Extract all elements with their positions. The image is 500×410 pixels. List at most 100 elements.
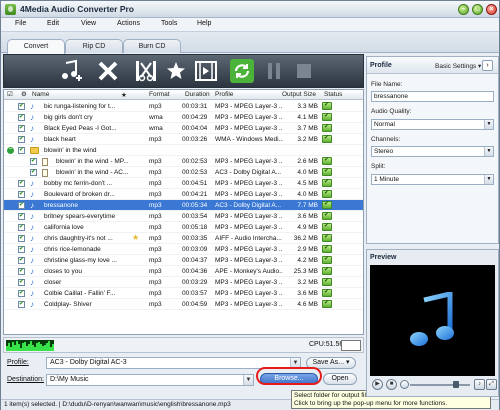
volume-icon[interactable]: ♪ <box>474 379 485 390</box>
film-icon[interactable] <box>194 59 218 83</box>
row-checkbox[interactable] <box>18 113 25 121</box>
channels-select[interactable]: Stereo ▼ <box>371 146 494 157</box>
row-checkbox[interactable] <box>18 102 25 110</box>
table-row[interactable]: ♪ bobby mc ferrin-don't ... mp3 00:04:51 MP3… <box>4 178 363 189</box>
row-checkbox[interactable] <box>18 201 25 209</box>
row-duration: 00:03:54 <box>182 213 208 220</box>
effects-icon[interactable] <box>164 59 188 83</box>
rating-column-icon[interactable]: ★ <box>121 91 127 99</box>
row-output-size: 7.7 MB <box>297 202 318 209</box>
stop-icon[interactable] <box>292 59 316 83</box>
row-name: blowin' in the wind - MP... <box>56 158 128 165</box>
tab-rip-cd[interactable]: Rip CD <box>65 39 123 53</box>
pause-icon[interactable] <box>262 59 286 83</box>
status-text: 1 item(s) selected. | D:\dudu\D-renyan\w… <box>4 401 231 408</box>
col-duration[interactable]: Duration <box>185 91 210 98</box>
stop-preview-button[interactable]: ■ <box>386 379 397 390</box>
tab-convert[interactable]: Convert <box>7 39 65 54</box>
preview-seek-slider[interactable] <box>410 384 470 386</box>
col-output-size[interactable]: Output Size <box>282 91 316 98</box>
col-format[interactable]: Format <box>149 91 170 98</box>
row-checkbox[interactable] <box>18 300 25 308</box>
row-checkbox[interactable] <box>30 168 37 176</box>
menu-tools[interactable]: Tools <box>161 20 177 27</box>
row-checkbox[interactable] <box>18 223 25 231</box>
close-button[interactable]: × <box>486 4 497 15</box>
table-row[interactable]: ♪ black heart mp3 00:03:26 WMA - Windows Med… <box>4 134 363 145</box>
menu-edit[interactable]: Edit <box>47 20 59 27</box>
menu-view[interactable]: View <box>81 20 96 27</box>
row-checkbox[interactable] <box>18 256 25 264</box>
remove-icon[interactable] <box>96 59 120 83</box>
row-checkbox[interactable] <box>18 212 25 220</box>
table-row[interactable]: ♪ chris rice-lemonade mp3 00:03:09 MP3 - MPE… <box>4 244 363 255</box>
audio-quality-select[interactable]: Normal ▼ <box>371 119 494 130</box>
table-row[interactable]: ♪ california love mp3 00:05:18 MP3 - MPEG La… <box>4 222 363 233</box>
row-format: mp3 <box>149 136 162 143</box>
row-checkbox[interactable] <box>30 157 37 165</box>
split-select[interactable]: 1 Minute ▼ <box>371 174 494 185</box>
cpu-bar: CPU:51.56% <box>3 337 364 353</box>
row-checkbox[interactable] <box>18 245 25 253</box>
select-all-checkbox-icon[interactable]: ☑ <box>7 90 13 98</box>
table-row[interactable]: ♪ bic runga-listening for t... mp3 00:03:31… <box>4 101 363 112</box>
table-row[interactable]: ♪ christine glass-my love ... mp3 00:04:37 M… <box>4 255 363 266</box>
row-checkbox[interactable] <box>18 267 25 275</box>
row-profile: MP3 - MPEG Layer-3 ... <box>215 158 283 165</box>
row-name: big girls don't cry <box>44 114 93 121</box>
menu-actions[interactable]: Actions <box>117 20 140 27</box>
tab-burn-cd[interactable]: Burn CD <box>123 39 181 53</box>
fullscreen-icon[interactable]: ⤢ <box>486 379 497 390</box>
menu-file[interactable]: File <box>15 20 26 27</box>
table-row[interactable]: ♪ Colbie Caillat - Fallin' F... mp3 00:03:5… <box>4 288 363 299</box>
collapse-icon[interactable]: − <box>7 146 14 154</box>
basic-settings-dropdown[interactable]: Basic Settings ▾ <box>435 62 481 70</box>
table-row[interactable]: ♪ bressanone mp3 00:05:34 AC3 - Dolby Digita… <box>4 200 363 211</box>
play-button[interactable]: ▶ <box>372 379 383 390</box>
file-name-input[interactable]: bressanone <box>371 91 494 102</box>
row-checkbox[interactable] <box>18 234 25 242</box>
table-row[interactable]: ♪ big girls don't cry wma 00:04:29 MP3 - MPE… <box>4 112 363 123</box>
menu-help[interactable]: Help <box>197 20 211 27</box>
row-checkbox[interactable] <box>18 124 25 132</box>
table-row[interactable]: blowin' in the wind - AC... mp3 00:02:53 AC… <box>4 167 363 178</box>
table-row[interactable]: ♪ britney spears-everytime mp3 00:03:54 MP3 … <box>4 211 363 222</box>
star-icon[interactable]: ★ <box>132 233 139 242</box>
list-header: ☑ ⚙ Name ★ Format Duration Profile Outpu… <box>4 90 363 100</box>
col-status[interactable]: Status <box>324 91 342 98</box>
destination-field[interactable]: D:\My Music ▼ <box>46 374 254 386</box>
table-row[interactable]: − blowin' in the wind <box>4 145 363 156</box>
row-name: closer <box>44 279 62 286</box>
row-checkbox[interactable] <box>18 179 25 187</box>
add-file-icon[interactable] <box>59 59 83 83</box>
table-row[interactable]: ♪ Coldplay- Shiver mp3 00:04:59 MP3 - MPEG L… <box>4 299 363 310</box>
row-profile: AC3 - Dolby Digital A... <box>215 169 282 176</box>
table-row[interactable]: ♪ chris daughtry-it's not ... ★ mp3 00:03:35… <box>4 233 363 244</box>
row-checkbox[interactable] <box>18 289 25 297</box>
col-profile[interactable]: Profile <box>215 91 233 98</box>
minimize-button[interactable]: – <box>458 4 469 15</box>
music-note-icon: ♪ <box>30 201 34 210</box>
table-row[interactable]: blowin' in the wind - MP... mp3 00:02:53 MP… <box>4 156 363 167</box>
clip-icon[interactable] <box>134 59 158 83</box>
snapshot-button[interactable] <box>400 380 409 389</box>
table-row[interactable]: ♪ closes to you mp3 00:04:36 APE - Monkey's … <box>4 266 363 277</box>
row-checkbox[interactable] <box>18 135 25 143</box>
preview-seek-handle[interactable] <box>453 381 459 388</box>
row-name: christine glass-my love ... <box>44 257 117 264</box>
maximize-button[interactable]: □ <box>472 4 483 15</box>
row-duration: 00:05:34 <box>182 202 208 209</box>
table-row[interactable]: ♪ Boulevard of broken dr... mp3 00:04:21 MP3… <box>4 189 363 200</box>
open-button[interactable]: Open <box>323 373 357 385</box>
row-checkbox[interactable] <box>18 190 25 198</box>
row-output-size: 36.2 MB <box>293 235 318 242</box>
type-column-icon[interactable]: ⚙ <box>21 90 27 98</box>
col-name[interactable]: Name <box>32 91 49 98</box>
next-panel-icon[interactable]: › <box>482 60 493 71</box>
convert-icon[interactable] <box>230 59 254 83</box>
table-row[interactable]: ♪ closer mp3 00:03:29 MP3 - MPEG Layer-3 ...… <box>4 277 363 288</box>
row-checkbox[interactable] <box>18 278 25 286</box>
row-format: mp3 <box>149 158 162 165</box>
row-checkbox[interactable] <box>18 146 25 154</box>
table-row[interactable]: ♪ Black Eyed Peas -I Got... wma 00:04:04 MP3… <box>4 123 363 134</box>
